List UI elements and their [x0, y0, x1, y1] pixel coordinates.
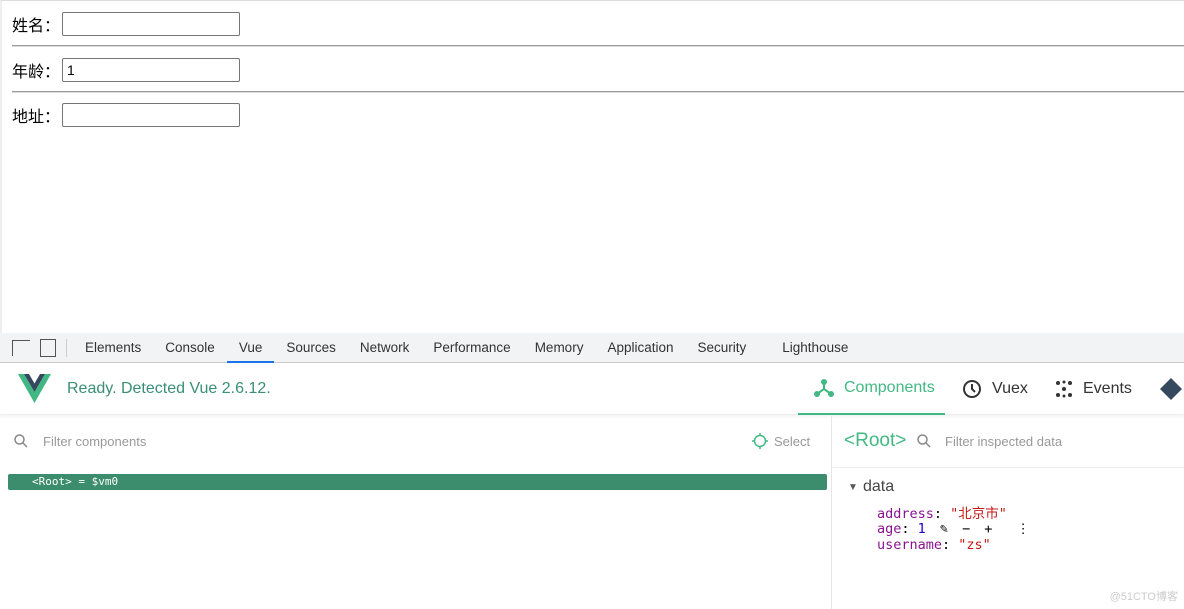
components-panel: Filter components Select <Root> = $vm0 [0, 416, 832, 609]
search-icon [917, 434, 931, 448]
watermark: @51CTO博客 [1109, 591, 1178, 603]
components-icon [814, 379, 834, 397]
divider [12, 45, 1184, 47]
filter-inspected-input[interactable]: Filter inspected data [945, 434, 1062, 449]
component-tree-root[interactable]: <Root> = $vm0 [8, 474, 827, 490]
section-data[interactable]: data [863, 478, 894, 496]
tab-performance[interactable]: Performance [421, 333, 522, 363]
select-button[interactable]: Select [774, 434, 810, 449]
address-label: 地址： [12, 109, 61, 126]
increment-icon[interactable]: + [984, 521, 992, 537]
vue-logo-icon [18, 374, 51, 403]
events-icon [1056, 380, 1072, 398]
name-label: 姓名： [12, 18, 61, 35]
tab-elements[interactable]: Elements [73, 333, 153, 363]
nav-label: Vuex [992, 380, 1028, 397]
edit-icon[interactable]: ✎ [940, 521, 948, 537]
tab-console[interactable]: Console [153, 333, 227, 363]
tab-vue[interactable]: Vue [226, 333, 275, 363]
divider [66, 338, 67, 357]
tab-security[interactable]: Security [686, 333, 759, 363]
select-target-icon[interactable] [752, 433, 768, 449]
decrement-icon[interactable]: − [962, 521, 970, 537]
prop-row: username: "zs" [877, 537, 991, 553]
tab-memory[interactable]: Memory [523, 333, 596, 363]
age-label: 年龄： [12, 64, 61, 81]
tab-lighthouse[interactable]: Lighthouse [770, 333, 860, 363]
search-icon [14, 434, 28, 448]
age-input[interactable] [62, 58, 241, 82]
devtools-tabbar: Elements Console Vue Sources Network Performa… [0, 333, 1184, 363]
tab-sources[interactable]: Sources [274, 333, 348, 363]
address-input[interactable] [62, 103, 241, 127]
collapse-arrow-icon[interactable]: ▼ [848, 482, 858, 493]
nav-components[interactable]: Components [798, 363, 945, 415]
more-icon[interactable]: ⋮ [1016, 521, 1030, 537]
name-row: 姓名： [12, 12, 241, 36]
page-content: 姓名： 年龄： 地址： [0, 0, 1184, 333]
age-row: 年龄： [12, 58, 241, 82]
nav-vuex[interactable]: Vuex [960, 363, 1028, 415]
inspector-panel: <Root> Filter inspected data ▼ data addr… [833, 416, 1184, 609]
inspector-title: <Root> [844, 430, 907, 451]
filter-components-input[interactable]: Filter components [43, 434, 146, 449]
prop-row[interactable]: age: 1 ✎ − + ⋮ [877, 521, 1030, 538]
nav-events[interactable]: Events [1055, 363, 1132, 415]
nav-label: Components [844, 379, 935, 396]
routing-icon[interactable] [1160, 378, 1182, 400]
history-icon [963, 380, 981, 398]
address-row: 地址： [12, 103, 241, 127]
inspect-element-icon[interactable] [12, 339, 30, 356]
tab-application[interactable]: Application [595, 333, 685, 363]
nav-label: Events [1083, 380, 1132, 397]
device-toolbar-icon[interactable] [40, 338, 56, 357]
tab-network[interactable]: Network [348, 333, 422, 363]
name-input[interactable] [62, 12, 241, 36]
vue-status: Ready. Detected Vue 2.6.12. [67, 380, 271, 397]
vue-header: Ready. Detected Vue 2.6.12. Components V… [0, 363, 1184, 415]
divider [12, 91, 1184, 93]
